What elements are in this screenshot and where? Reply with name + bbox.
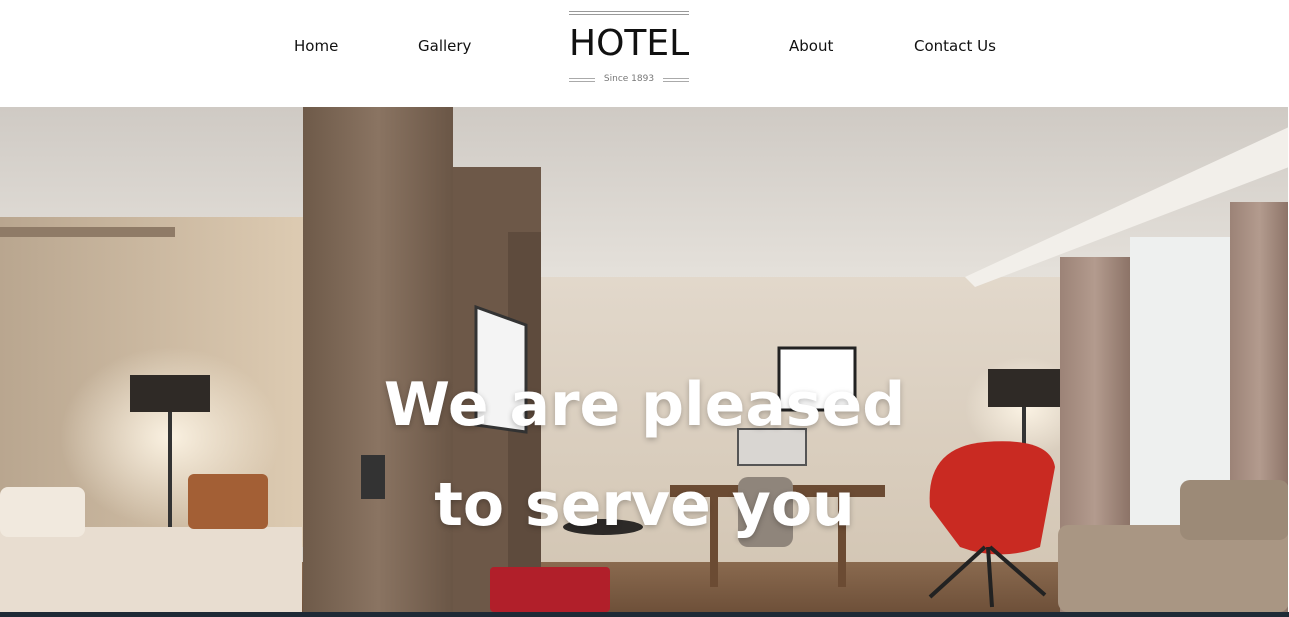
nav-home-link[interactable]: Home	[294, 37, 338, 55]
hero-heading-line-2: to serve you	[434, 470, 855, 540]
nav-contact-link[interactable]: Contact Us	[914, 37, 996, 55]
nav-gallery-link[interactable]: Gallery	[418, 37, 471, 55]
site-header: Home Gallery HOTEL Since 1893 About Cont…	[0, 0, 1289, 107]
hotel-logo[interactable]: HOTEL Since 1893	[569, 10, 689, 86]
nav-about-link[interactable]: About	[789, 37, 833, 55]
hero-heading-line-1: We are pleased	[383, 370, 906, 440]
hero-section: We are pleased to serve you	[0, 107, 1289, 612]
footer-bar	[0, 612, 1289, 617]
logo-title: HOTEL	[569, 23, 690, 64]
logo-top-rule	[569, 11, 689, 15]
logo-right-rule	[663, 78, 689, 82]
